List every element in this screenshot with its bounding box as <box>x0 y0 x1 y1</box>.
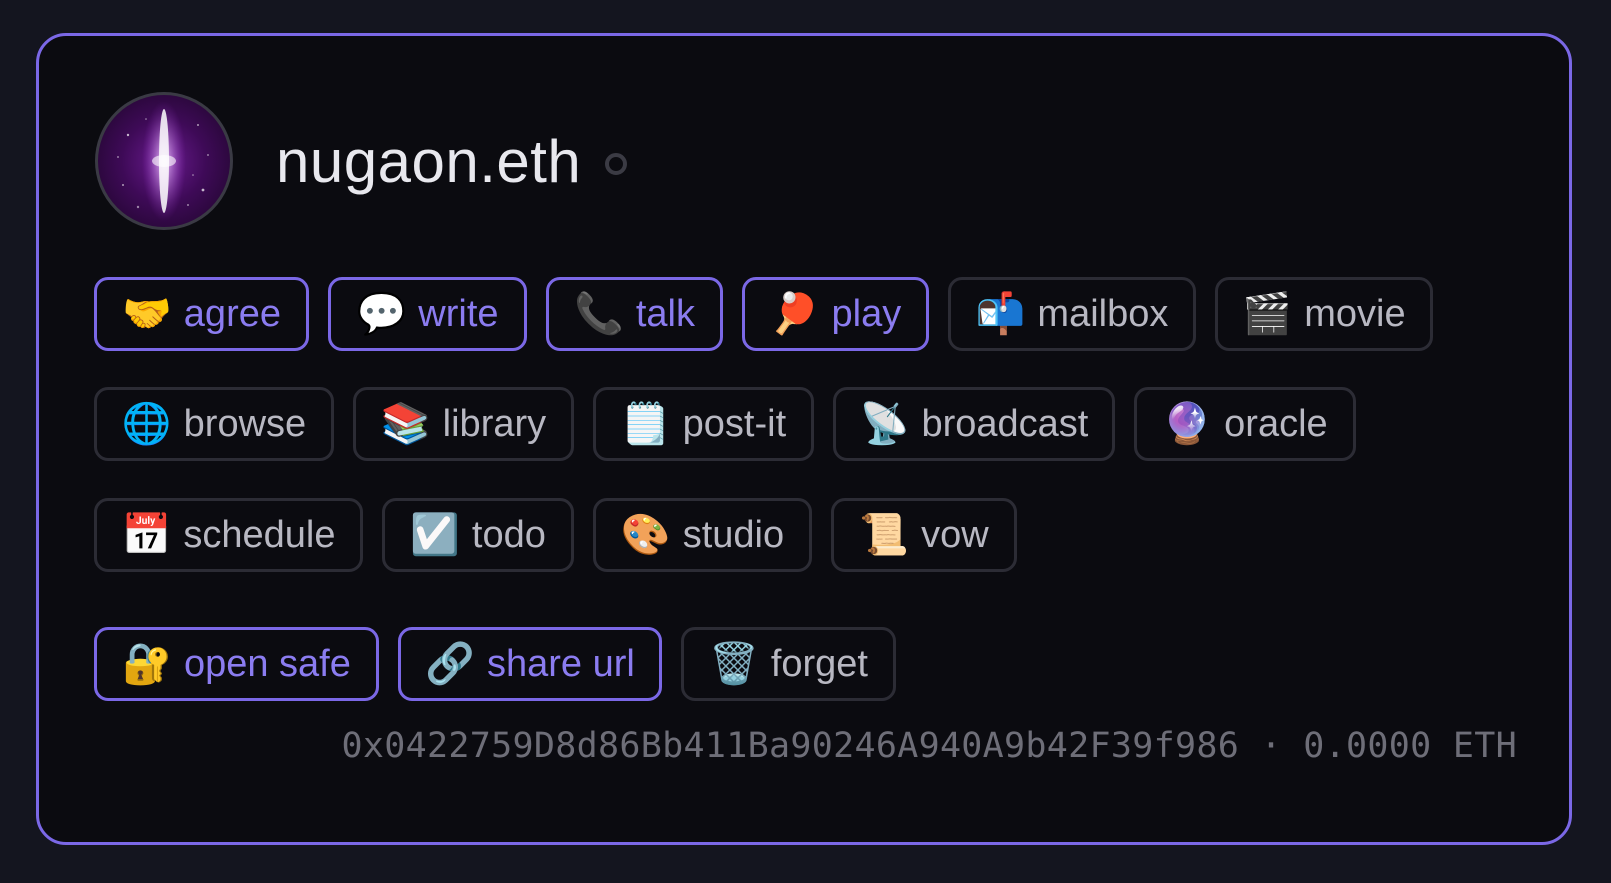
library-button[interactable]: 📚 library <box>353 387 574 461</box>
talk-button[interactable]: 📞 talk <box>546 277 723 351</box>
profile-header: nugaon.eth <box>95 92 628 230</box>
browse-label: browse <box>183 402 307 445</box>
studio-label: studio <box>682 513 785 556</box>
open-safe-label: open safe <box>183 642 351 685</box>
action-row-1: 🤝 agree 💬 write 📞 talk 🏓 play 📬 mailbox … <box>94 277 1452 351</box>
books-icon: 📚 <box>380 401 431 447</box>
crystal-ball-icon: 🔮 <box>1162 401 1213 447</box>
mailbox-icon: 📬 <box>975 291 1026 337</box>
ping-pong-icon: 🏓 <box>769 291 820 337</box>
share-url-label: share url <box>486 642 635 685</box>
agree-label: agree <box>183 292 281 335</box>
play-button[interactable]: 🏓 play <box>742 277 929 351</box>
play-label: play <box>831 292 902 335</box>
galaxy-avatar-icon[interactable] <box>95 92 233 230</box>
satellite-antenna-icon: 📡 <box>859 401 910 447</box>
safe-actions-row: 🔐 open safe 🔗 share url 🗑️ forget <box>94 627 915 701</box>
movie-button[interactable]: 🎬 movie <box>1215 277 1433 351</box>
action-row-2: 🌐 browse 📚 library 🗒️ post-it 📡 broadcas… <box>94 387 1375 461</box>
action-row-3: 📅 schedule ☑️ todo 🎨 studio 📜 vow <box>94 498 1036 572</box>
wallet-balance: 0.0000 ETH <box>1303 726 1517 766</box>
todo-label: todo <box>471 513 546 556</box>
forget-label: forget <box>770 642 868 685</box>
calendar-icon: 📅 <box>121 512 172 558</box>
clapperboard-icon: 🎬 <box>1242 291 1293 337</box>
open-safe-button[interactable]: 🔐 open safe <box>94 627 379 701</box>
post-it-label: post-it <box>682 402 787 445</box>
studio-button[interactable]: 🎨 studio <box>593 498 812 572</box>
wallet-address[interactable]: 0x0422759D8d86Bb411Ba90246A940A9b42F39f9… <box>342 726 1240 766</box>
mailbox-label: mailbox <box>1037 292 1169 335</box>
mailbox-button[interactable]: 📬 mailbox <box>948 277 1196 351</box>
palette-icon: 🎨 <box>620 512 671 558</box>
todo-button[interactable]: ☑️ todo <box>382 498 574 572</box>
phone-icon: 📞 <box>574 291 624 337</box>
share-url-button[interactable]: 🔗 share url <box>398 627 662 701</box>
vow-label: vow <box>921 513 989 556</box>
footer-separator: · <box>1260 726 1282 766</box>
write-label: write <box>418 292 499 335</box>
profile-name: nugaon.eth <box>276 127 582 195</box>
profile-card: nugaon.eth 🤝 agree 💬 write 📞 talk 🏓 play… <box>36 33 1572 845</box>
talk-label: talk <box>635 292 695 335</box>
handshake-icon: 🤝 <box>121 291 172 337</box>
agree-button[interactable]: 🤝 agree <box>94 277 309 351</box>
status-ring-icon <box>605 153 628 175</box>
library-label: library <box>442 402 547 445</box>
speech-bubble-icon: 💬 <box>356 291 407 337</box>
link-icon: 🔗 <box>425 641 475 687</box>
broadcast-label: broadcast <box>921 402 1089 445</box>
checkbox-icon: ☑️ <box>410 512 460 558</box>
schedule-label: schedule <box>183 513 336 556</box>
globe-icon: 🌐 <box>121 401 172 447</box>
oracle-button[interactable]: 🔮 oracle <box>1134 387 1356 461</box>
post-it-button[interactable]: 🗒️ post-it <box>593 387 814 461</box>
wallet-footer: 0x0422759D8d86Bb411Ba90246A940A9b42F39f9… <box>342 726 1517 766</box>
lock-key-icon: 🔐 <box>122 641 172 687</box>
browse-button[interactable]: 🌐 browse <box>94 387 334 461</box>
write-button[interactable]: 💬 write <box>328 277 527 351</box>
broadcast-button[interactable]: 📡 broadcast <box>833 387 1115 461</box>
notepad-icon: 🗒️ <box>620 401 671 447</box>
schedule-button[interactable]: 📅 schedule <box>94 498 363 572</box>
scroll-icon: 📜 <box>859 512 910 558</box>
vow-button[interactable]: 📜 vow <box>831 498 1017 572</box>
forget-button[interactable]: 🗑️ forget <box>681 627 896 701</box>
oracle-label: oracle <box>1224 402 1328 445</box>
trash-icon: 🗑️ <box>709 641 759 687</box>
movie-label: movie <box>1304 292 1406 335</box>
